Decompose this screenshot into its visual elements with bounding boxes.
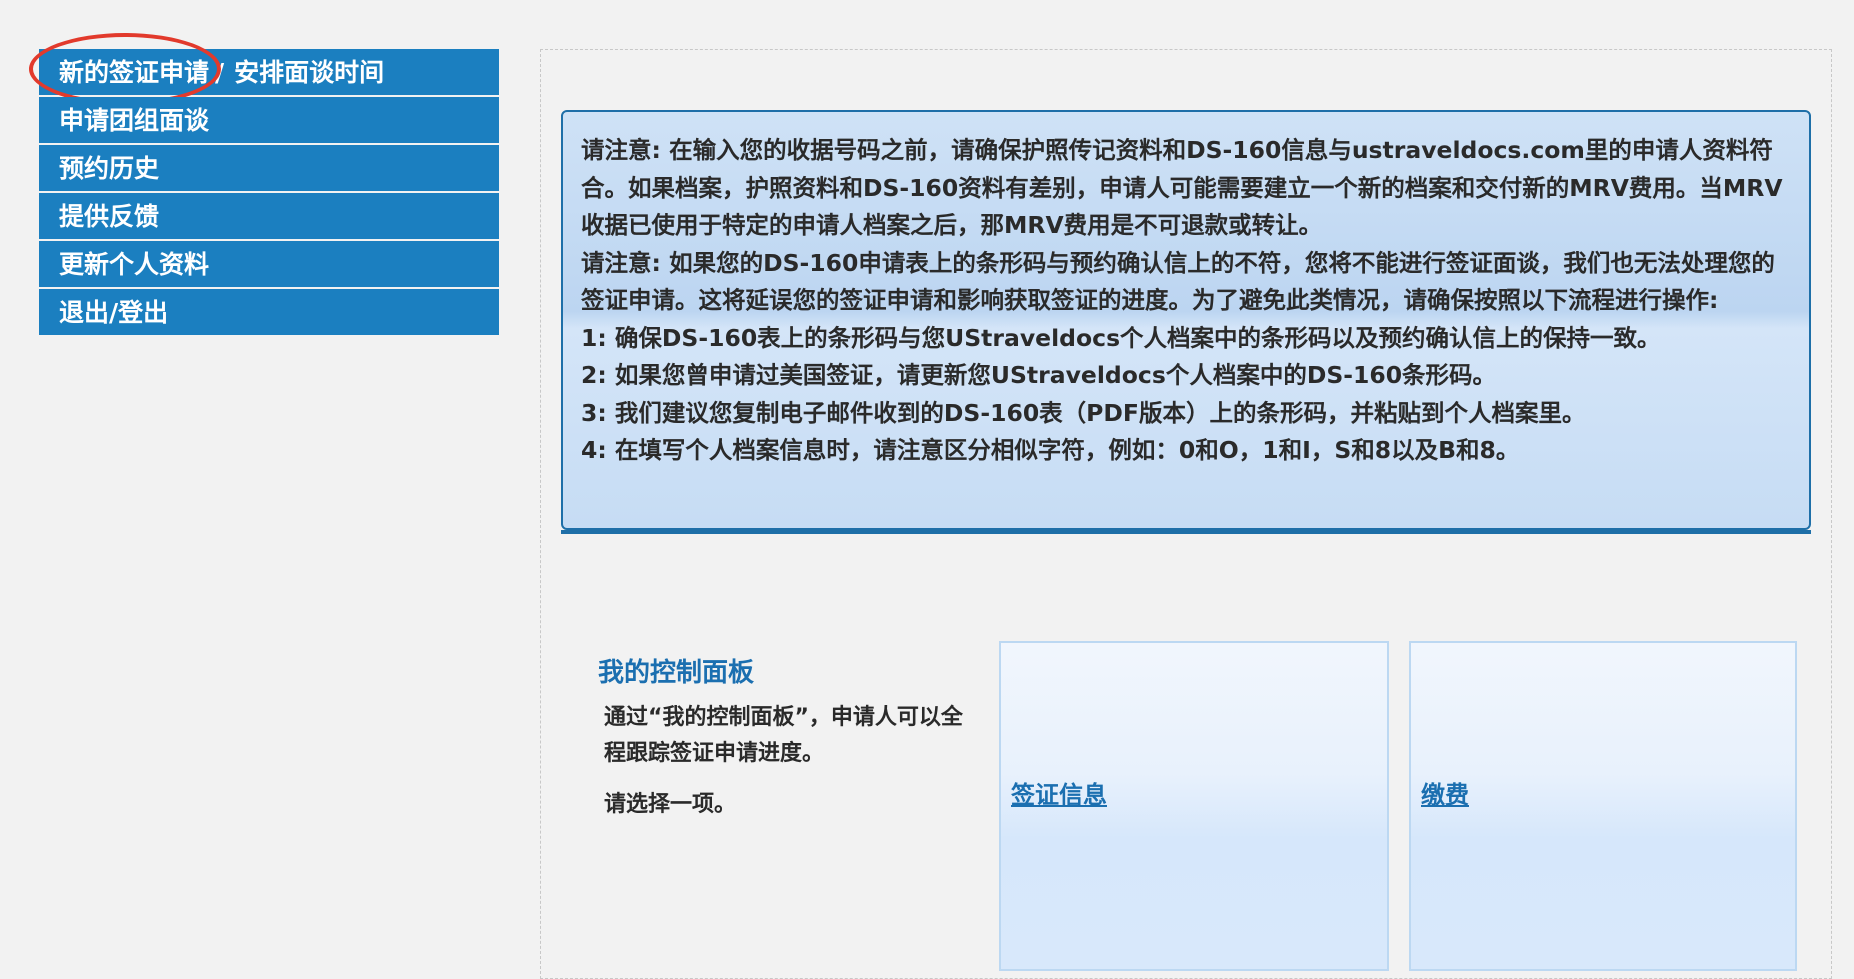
visa-info-tile[interactable]: 签证信息 — [999, 641, 1389, 971]
notice-paragraph: 请注意: 如果您的DS-160申请表上的条形码与预约确认信上的不符，您将不能进行… — [581, 248, 1775, 315]
sidebar-item-label: 退出/登出 — [59, 298, 169, 327]
visa-info-link[interactable]: 签证信息 — [1011, 775, 1107, 810]
notice-step: 3: 我们建议您复制电子邮件收到的DS-160表（PDF版本）上的条形码，并粘贴… — [581, 398, 1586, 427]
sidebar-item-label: 申请团组面谈 — [59, 106, 210, 135]
sidebar-item-label: 提供反馈 — [59, 202, 160, 231]
sidebar-item-feedback[interactable]: 提供反馈 — [39, 193, 499, 239]
sidebar-item-appointment-history[interactable]: 预约历史 — [39, 145, 499, 191]
sidebar-item-group-interview[interactable]: 申请团组面谈 — [39, 97, 499, 143]
notice-step: 1: 确保DS-160表上的条形码与您UStraveldocs个人档案中的条形码… — [581, 323, 1661, 352]
notice-box: 请注意: 在输入您的收据号码之前，请确保护照传记资料和DS-160信息与ustr… — [561, 110, 1811, 530]
notice-paragraph: 请注意: 在输入您的收据号码之前，请确保护照传记资料和DS-160信息与ustr… — [581, 136, 1783, 239]
sidebar-item-label-schedule: 安排面谈时间 — [234, 58, 385, 87]
sidebar-nav: 新的签证申请 / 安排面谈时间 申请团组面谈 预约历史 提供反馈 更新个人资料 退出… — [29, 33, 499, 337]
sidebar-item-label: 新的签证申请 — [59, 58, 210, 87]
sidebar-item-logout[interactable]: 退出/登出 — [39, 289, 499, 335]
notice-divider — [561, 530, 1811, 534]
payment-tile[interactable]: 缴费 — [1409, 641, 1797, 971]
sidebar-item-update-profile[interactable]: 更新个人资料 — [39, 241, 499, 287]
dashboard-title: 我的控制面板 — [598, 658, 755, 688]
sidebar-item-label: 预约历史 — [59, 154, 160, 183]
payment-link[interactable]: 缴费 — [1421, 775, 1469, 810]
notice-step: 4: 在填写个人档案信息时，请注意区分相似字符，例如：0和O，1和I，S和8以及… — [581, 436, 1520, 464]
dashboard-description: 通过“我的控制面板”，申请人可以全程跟踪签证申请进度。 — [604, 705, 963, 766]
sidebar-item-new-visa-application[interactable]: 新的签证申请 / 安排面谈时间 — [29, 33, 499, 105]
sidebar-item-label: 更新个人资料 — [59, 250, 210, 279]
notice-step: 2: 如果您曾申请过美国签证，请更新您UStraveldocs个人档案中的DS-… — [581, 361, 1497, 389]
dashboard-choose-prompt: 请选择一项。 — [604, 792, 737, 817]
sidebar-item-separator: / — [215, 58, 225, 87]
